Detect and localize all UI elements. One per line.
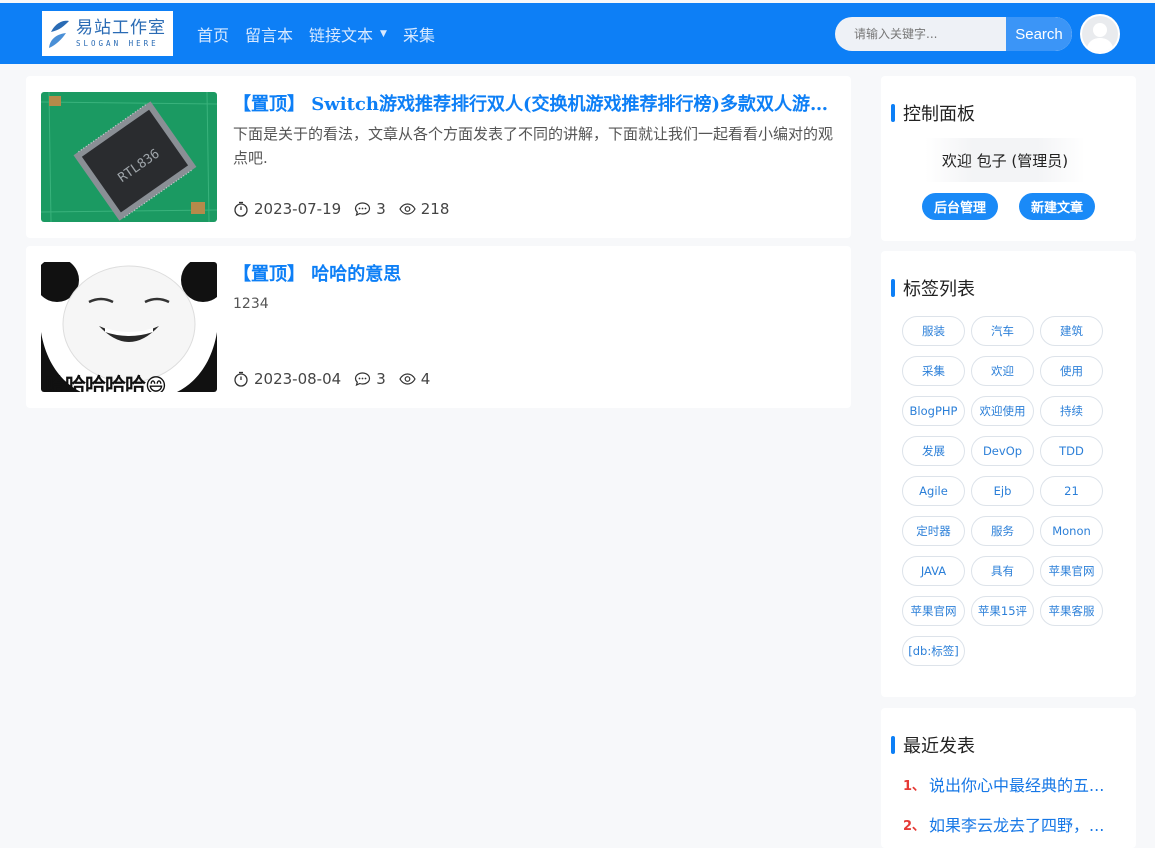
recent-post-link[interactable]: 1、 说出你心中最经典的五...: [903, 772, 1104, 796]
logo-mark-icon: [48, 18, 70, 50]
stopwatch-icon: [234, 201, 248, 217]
post-date: 2023-07-19: [233, 200, 341, 218]
recent-posts-widget: 最近发表 1、 说出你心中最经典的五... 2、 如果李云龙去了四野，...: [881, 708, 1136, 848]
tag-item[interactable]: 21: [1040, 476, 1103, 506]
tag-item[interactable]: JAVA: [902, 556, 965, 586]
tag-item[interactable]: 服装: [902, 316, 965, 346]
control-panel-widget: 控制面板 欢迎 包子 (管理员) 后台管理 新建文章: [881, 76, 1136, 241]
post-views-count: 218: [420, 200, 450, 218]
eye-icon: [399, 373, 416, 385]
top-navbar: 易站工作室 SLOGAN HERE 首页 留言本 链接文本 ▼ 采集 Searc…: [0, 3, 1155, 64]
tag-item[interactable]: 建筑: [1040, 316, 1103, 346]
post-thumbnail[interactable]: RTL836: [41, 92, 217, 222]
circuit-board-image: RTL836: [41, 92, 217, 222]
tag-item[interactable]: 苹果官网: [1040, 556, 1103, 586]
eye-icon: [399, 203, 416, 215]
site-logo[interactable]: 易站工作室 SLOGAN HERE: [42, 11, 173, 56]
title-accent-bar: [891, 279, 895, 297]
tag-item[interactable]: 苹果客服: [1040, 596, 1103, 626]
tag-item[interactable]: 苹果15评: [971, 596, 1034, 626]
recent-post-title: 说出你心中最经典的五...: [929, 776, 1105, 795]
post-views: 4: [399, 370, 431, 388]
post-date-text: 2023-08-04: [254, 370, 342, 388]
post-meta: 2023-08-04 3 4: [233, 370, 443, 388]
post-card: RTL836 【置顶】 Switch游戏推荐排行双人(交换机游戏推荐排行榜)多款…: [26, 76, 851, 238]
comment-icon: [355, 372, 371, 387]
nav-item-links-label: 链接文本: [309, 25, 374, 45]
tag-item[interactable]: 具有: [971, 556, 1034, 586]
search-input[interactable]: [835, 17, 1006, 51]
nav-item-guestbook[interactable]: 留言本: [245, 22, 293, 46]
tag-item[interactable]: TDD: [1040, 436, 1103, 466]
post-date: 2023-08-04: [233, 370, 341, 388]
title-accent-bar: [891, 736, 895, 754]
user-avatar-icon: [1082, 16, 1118, 52]
recent-title: 最近发表: [903, 736, 975, 757]
tag-item[interactable]: 发展: [902, 436, 965, 466]
tag-item[interactable]: 采集: [902, 356, 965, 386]
post-date-text: 2023-07-19: [254, 200, 342, 218]
caret-down-icon: ▼: [380, 28, 387, 39]
widget-title: 控制面板: [891, 100, 975, 126]
post-comments[interactable]: 3: [354, 200, 386, 218]
recent-post-link[interactable]: 2、 如果李云龙去了四野，...: [903, 812, 1104, 836]
tag-item[interactable]: 苹果官网: [902, 596, 965, 626]
post-comments-count: 3: [376, 200, 386, 218]
post-excerpt: 1234: [233, 296, 269, 312]
welcome-text: 欢迎 包子 (管理员): [925, 138, 1085, 182]
nav-item-links-dropdown[interactable]: 链接文本 ▼: [309, 22, 387, 46]
search-bar: Search: [835, 17, 1072, 51]
post-card: 哈哈哈哈哈😄 【置顶】 哈哈的意思 1234 2023-08-04 3 4: [26, 246, 851, 408]
nav-item-home[interactable]: 首页: [197, 22, 229, 46]
stopwatch-icon: [234, 371, 248, 387]
logo-slogan: SLOGAN HERE: [76, 38, 159, 48]
control-panel-title: 控制面板: [903, 104, 975, 125]
tag-item[interactable]: [db:标签]: [902, 636, 965, 666]
title-accent-bar: [891, 104, 895, 122]
tag-item[interactable]: 欢迎使用: [971, 396, 1034, 426]
post-excerpt: 下面是关于的看法，文章从各个方面发表了不同的讲解，下面就让我们一起看看小编对的观…: [233, 125, 834, 167]
new-post-button[interactable]: 新建文章: [1019, 193, 1095, 220]
logo-title: 易站工作室: [76, 17, 166, 38]
recent-post-number: 1、: [903, 778, 926, 794]
recent-post-title: 如果李云龙去了四野，...: [929, 816, 1105, 835]
widget-title: 最近发表: [891, 732, 975, 758]
tag-item[interactable]: Agile: [902, 476, 965, 506]
widget-title: 标签列表: [891, 275, 975, 301]
user-avatar[interactable]: [1080, 14, 1120, 54]
nav-item-collect[interactable]: 采集: [403, 22, 435, 46]
comment-icon: [355, 202, 371, 217]
tag-item[interactable]: DevOp: [971, 436, 1034, 466]
search-button[interactable]: Search: [1006, 17, 1072, 51]
tags-title: 标签列表: [903, 279, 975, 300]
tag-item[interactable]: BlogPHP: [902, 396, 965, 426]
post-views-count: 4: [420, 370, 431, 388]
recent-post-number: 2、: [903, 818, 926, 834]
meme-caption: 哈哈哈哈哈😄: [45, 374, 167, 392]
post-views: 218: [399, 200, 450, 218]
post-title-link[interactable]: 【置顶】 哈哈的意思: [233, 260, 833, 290]
tag-item[interactable]: 使用: [1040, 356, 1103, 386]
tag-item[interactable]: 欢迎: [971, 356, 1034, 386]
admin-button[interactable]: 后台管理: [922, 193, 998, 220]
tag-item[interactable]: Ejb: [971, 476, 1034, 506]
tag-item[interactable]: 定时器: [902, 516, 965, 546]
post-thumbnail[interactable]: 哈哈哈哈哈😄: [41, 262, 217, 392]
tag-item[interactable]: 服务: [971, 516, 1034, 546]
tags-widget: 标签列表 服装 汽车 建筑 采集 欢迎 使用 BlogPHP 欢迎使用 持续 发…: [881, 251, 1136, 697]
tag-item[interactable]: 汽车: [971, 316, 1034, 346]
tag-item[interactable]: Monon: [1040, 516, 1103, 546]
main-nav: 首页 留言本 链接文本 ▼ 采集: [197, 3, 451, 64]
post-comments[interactable]: 3: [354, 370, 386, 388]
tag-item[interactable]: 持续: [1040, 396, 1103, 426]
post-title-link[interactable]: 【置顶】 Switch游戏推荐排行双人(交换机游戏推荐排行榜)多款双人游戏推荐: [233, 90, 833, 120]
post-comments-count: 3: [376, 370, 386, 388]
post-meta: 2023-07-19 3 218: [233, 200, 462, 218]
